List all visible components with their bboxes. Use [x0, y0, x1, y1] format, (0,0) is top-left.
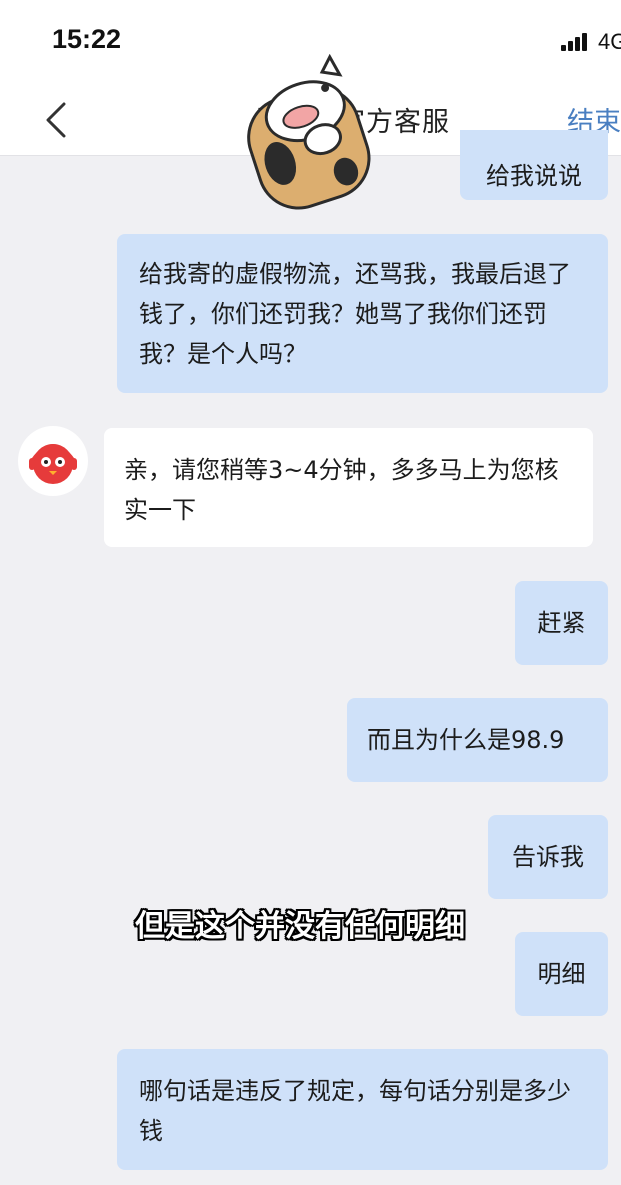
- message-text: 赶紧: [537, 609, 586, 637]
- message-text: 给我寄的虚假物流，还骂我，我最后退了钱了，你们还罚我？她骂了我你们还罚我？是个人…: [139, 260, 571, 368]
- network-type: 4G: [598, 29, 621, 54]
- signal-icon: [561, 33, 591, 51]
- message-text: 给我说说: [486, 162, 582, 190]
- message-bubble-incoming: 亲，请您稍等3~4分钟，多多马上为您核实一下: [104, 428, 593, 547]
- message-bubble-outgoing: 明细: [515, 932, 608, 1016]
- cat-sticker: [247, 54, 371, 210]
- message-text: 而且为什么是98.9: [367, 726, 565, 754]
- message-bubble-outgoing: 哪句话是违反了规定，每句话分别是多少钱: [117, 1049, 608, 1170]
- message-text: 哪句话是违反了规定，每句话分别是多少钱: [139, 1077, 571, 1145]
- message-bubble-outgoing: 而且为什么是98.9: [347, 698, 608, 782]
- message-bubble-outgoing: 赶紧: [515, 581, 608, 665]
- back-button[interactable]: [40, 100, 76, 140]
- message-bubble-outgoing: 给我说说: [460, 130, 608, 200]
- video-subtitle: 但是这个并没有任何明细: [135, 909, 465, 944]
- message-bubble-outgoing: 给我寄的虚假物流，还骂我，我最后退了钱了，你们还罚我？她骂了我你们还罚我？是个人…: [117, 234, 608, 393]
- message-text: 告诉我: [512, 843, 584, 871]
- status-time: 15:22: [52, 24, 122, 54]
- back-arrow-icon: [46, 102, 66, 138]
- message-bubble-outgoing: 告诉我: [488, 815, 608, 899]
- message-text: 亲，请您稍等3~4分钟，多多马上为您核实一下: [124, 456, 559, 524]
- robot-avatar-icon[interactable]: [18, 426, 88, 496]
- message-text: 明细: [537, 960, 586, 988]
